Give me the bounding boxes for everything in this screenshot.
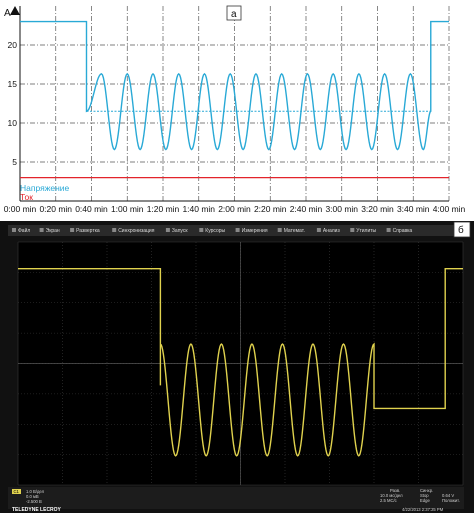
panel-label-b-text: б bbox=[458, 224, 464, 236]
x-tick-label: 1:20 min bbox=[147, 204, 180, 214]
chart-a: 0:00 min 0:20 min 0:40 min 1:00 min 1:20 min… bbox=[4, 5, 466, 214]
x-tick-label: 4:00 min bbox=[433, 204, 466, 214]
timestamp: 4/22/2013 2:37:25 PM bbox=[402, 507, 444, 512]
menu-item-icon bbox=[39, 228, 44, 232]
y-axis-arrow-icon bbox=[10, 6, 20, 15]
menu-item-icon bbox=[316, 228, 321, 232]
trigger-line-4: Положит. bbox=[442, 498, 460, 503]
x-tick-label: 3:20 min bbox=[361, 204, 394, 214]
menu-item[interactable]: Измерения bbox=[242, 228, 268, 234]
y-tick-label: 5 bbox=[12, 157, 17, 167]
chart-a-legend: Напряжение Ток bbox=[20, 183, 70, 202]
x-tick-label: 2:40 min bbox=[290, 204, 323, 214]
timebase-line-2: 2.5 МС/с bbox=[380, 498, 397, 503]
menu-item[interactable]: Математ. bbox=[284, 228, 305, 234]
menu-item-icon bbox=[12, 228, 16, 232]
menu-item[interactable]: Синхронизация bbox=[118, 228, 155, 234]
menu-item[interactable]: Запуск bbox=[172, 228, 188, 234]
panel-label-b: б bbox=[453, 221, 471, 238]
x-tick-label: 3:00 min bbox=[325, 204, 358, 214]
menu-item-icon bbox=[199, 228, 204, 232]
menu-item[interactable]: Справка bbox=[393, 228, 413, 234]
menu-item[interactable]: Утилиты bbox=[356, 228, 376, 234]
panel-label-a-text: а bbox=[231, 9, 237, 20]
menu-item[interactable]: Файл bbox=[18, 227, 30, 234]
channel-line-3: -2.500 В bbox=[26, 499, 42, 504]
x-tick-label: 0:00 min bbox=[4, 204, 37, 214]
menu-item[interactable]: Курсоры bbox=[205, 228, 225, 234]
menu-item-icon bbox=[70, 228, 75, 232]
x-tick-label: 2:20 min bbox=[254, 204, 287, 214]
y-tick-label: 20 bbox=[8, 40, 18, 50]
legend-item-current: Ток bbox=[20, 192, 33, 202]
x-tick-label: 0:20 min bbox=[39, 204, 72, 214]
panel-label-a: а bbox=[226, 5, 242, 21]
menu-item[interactable]: Экран bbox=[46, 228, 60, 234]
channel-label: C1 bbox=[14, 489, 20, 494]
chart-a-ylabel: A bbox=[4, 6, 20, 19]
y-tick-label: 10 bbox=[8, 118, 18, 128]
menu-item-icon bbox=[277, 228, 282, 232]
menu-item[interactable]: Анализ bbox=[323, 228, 341, 234]
x-tick-label: 1:00 min bbox=[111, 204, 144, 214]
menu-item[interactable]: Развертка bbox=[76, 228, 100, 234]
menu-item-icon bbox=[235, 228, 240, 232]
brand-label: TELEDYNE LECROY bbox=[12, 507, 62, 513]
trigger-line-2: Edge bbox=[420, 498, 430, 503]
menu-item-icon bbox=[112, 228, 117, 232]
oscilloscope-screen: Файл Экран Развертка Синхронизация Запуск Кур… bbox=[0, 221, 474, 513]
x-tick-label: 0:40 min bbox=[75, 204, 108, 214]
y-tick-label: 15 bbox=[8, 79, 18, 89]
menu-item-icon bbox=[165, 228, 170, 232]
x-tick-label: 3:40 min bbox=[397, 204, 430, 214]
menu-item-icon bbox=[350, 228, 355, 232]
chart-a-grid bbox=[20, 6, 450, 201]
menu-item-icon bbox=[386, 228, 391, 232]
x-tick-label: 2:00 min bbox=[218, 204, 251, 214]
x-tick-label: 1:40 min bbox=[182, 204, 215, 214]
y-axis-label: A bbox=[4, 8, 11, 19]
